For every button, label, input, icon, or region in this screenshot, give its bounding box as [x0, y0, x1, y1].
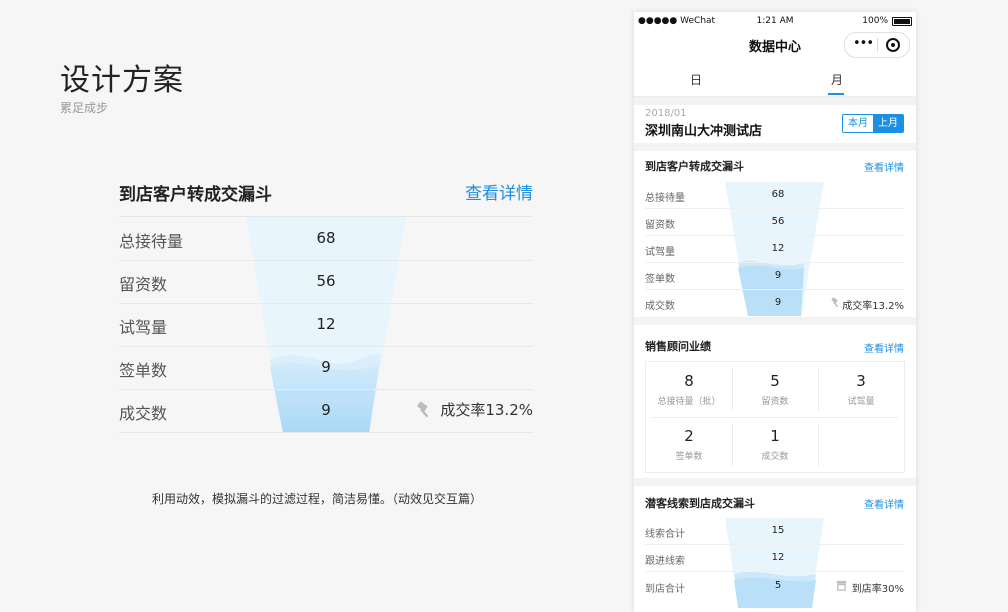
row-value: 56	[316, 272, 336, 290]
hammer-icon	[417, 401, 429, 418]
more-dots-icon[interactable]: •••	[853, 36, 874, 51]
big-funnel-rate: 成交率13.2%	[440, 401, 533, 419]
big-funnel-row: 签单数 9	[119, 346, 533, 390]
metric-label: 试驾量	[847, 397, 875, 407]
metric-number: 5	[770, 372, 780, 390]
row-label: 总接待量	[645, 193, 685, 204]
section-gap	[634, 97, 916, 105]
funnel1-row: 试驾量 12	[645, 236, 904, 263]
row-label: 留资数	[119, 275, 168, 294]
tab-day[interactable]: 日	[690, 71, 702, 88]
big-funnel-row: 留资数 56	[119, 260, 533, 304]
row-value: 68	[316, 229, 336, 247]
big-funnel-row: 试驾量 12	[119, 303, 533, 347]
metric-label: 成交数	[761, 452, 789, 462]
row-label: 签单数	[645, 274, 675, 285]
metric-cell[interactable]: 1 成交数	[732, 417, 818, 472]
sales-detail-link[interactable]: 查看详情	[864, 340, 904, 355]
metric-cell[interactable]: 3 试驾量	[818, 362, 904, 417]
metric-cell[interactable]: 8 总接待量（批）	[646, 362, 732, 417]
metric-cell[interactable]: 2 签单数	[646, 417, 732, 472]
funnel1-rate: 成交率13.2%	[842, 301, 904, 312]
sales-title: 销售顾问业绩	[645, 340, 711, 353]
row-label: 成交数	[645, 301, 675, 312]
hammer-icon	[831, 297, 839, 308]
funnel2-rate: 到店率30%	[851, 584, 904, 595]
page-title: 设计方案	[60, 63, 184, 98]
big-funnel-title: 到店客户转成交漏斗	[119, 185, 272, 205]
metric-label: 总接待量（批）	[657, 397, 721, 407]
row-label: 到店合计	[645, 584, 685, 595]
metric-label: 留资数	[761, 397, 789, 407]
row-label: 签单数	[119, 361, 168, 380]
design-caption: 利用动效，模拟漏斗的过滤过程，简洁易懂。（动效见交互篇）	[152, 492, 483, 506]
row-value: 9	[774, 297, 782, 308]
row-label: 留资数	[645, 220, 675, 231]
row-value: 12	[771, 243, 785, 254]
metric-number: 8	[684, 372, 694, 390]
period-tabs: 日 月	[634, 66, 916, 97]
battery-percent: 100%	[862, 16, 888, 26]
status-bar: ●●●●● WeChat 1:21 AM 100%	[634, 12, 916, 30]
row-value: 12	[316, 315, 336, 333]
this-month-button[interactable]: 本月	[843, 115, 873, 132]
active-tab-indicator	[828, 93, 844, 95]
report-date: 2018/01	[645, 108, 687, 119]
store-icon	[836, 580, 847, 591]
row-value: 68	[771, 189, 785, 200]
metric-number: 1	[770, 427, 780, 445]
last-month-button[interactable]: 上月	[873, 115, 903, 132]
funnel1-row: 总接待量 68	[645, 182, 904, 209]
section-gap	[634, 478, 916, 486]
section-gap	[634, 143, 916, 151]
row-value: 9	[321, 358, 331, 376]
capsule-divider	[877, 38, 878, 52]
month-toggle: 本月 上月	[842, 114, 904, 133]
funnel2-row: 线索合计 15	[645, 518, 904, 545]
miniprogram-capsule: •••	[844, 32, 910, 58]
tab-month[interactable]: 月	[831, 71, 843, 88]
row-value: 15	[771, 525, 785, 536]
metric-number: 2	[684, 427, 694, 445]
section-gap	[634, 317, 916, 325]
row-label: 跟进线索	[645, 556, 685, 567]
big-funnel-card: 到店客户转成交漏斗 查看详情 总接待量 68 留资数 56 试驾量 12 签单数…	[119, 176, 533, 433]
phone-mockup: ●●●●● WeChat 1:21 AM 100% 数据中心 ••• 日 月 2…	[634, 12, 916, 612]
metric-cell[interactable]: 5 留资数	[732, 362, 818, 417]
row-label: 线索合计	[645, 529, 685, 540]
funnel2-row: 跟进线索 12	[645, 545, 904, 572]
funnel1-title: 到店客户转成交漏斗	[645, 160, 744, 173]
funnel2-title: 潜客线索到店成交漏斗	[645, 497, 755, 510]
row-label: 成交数	[119, 404, 168, 423]
big-funnel-row: 总接待量 68	[119, 217, 533, 261]
funnel2-detail-link[interactable]: 查看详情	[864, 496, 904, 511]
row-label: 试驾量	[645, 247, 675, 258]
metric-number: 3	[856, 372, 866, 390]
row-value: 9	[774, 270, 782, 281]
sales-metrics-grid: 8 总接待量（批） 5 留资数 3 试驾量 2 签单数 1 成交数	[645, 361, 905, 473]
row-value: 12	[771, 552, 785, 563]
row-label: 试驾量	[119, 318, 168, 337]
funnel1-detail-link[interactable]: 查看详情	[864, 159, 904, 174]
funnel1-row: 签单数 9	[645, 263, 904, 290]
big-funnel-detail-link[interactable]: 查看详情	[465, 179, 533, 204]
grid-divider	[818, 423, 819, 466]
row-value: 5	[774, 580, 782, 591]
row-label: 总接待量	[119, 232, 184, 251]
battery-icon	[892, 17, 912, 26]
page-subtitle: 累足成步	[60, 101, 109, 115]
row-value: 56	[771, 216, 785, 227]
metric-label: 签单数	[675, 452, 703, 462]
row-value: 9	[321, 401, 331, 419]
target-icon[interactable]	[886, 38, 900, 52]
funnel1-row: 留资数 56	[645, 209, 904, 236]
store-name: 深圳南山大冲测试店	[645, 124, 763, 139]
